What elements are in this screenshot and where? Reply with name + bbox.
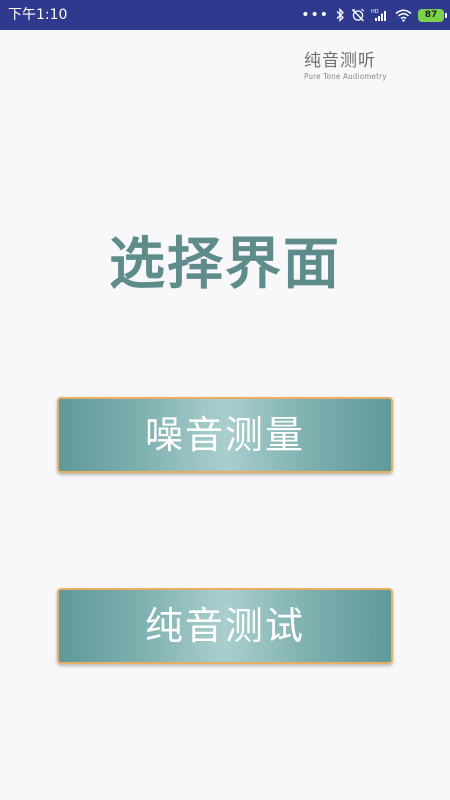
- more-dots-icon: •••: [301, 7, 329, 23]
- status-icons: ••• HD 87: [301, 5, 447, 25]
- app-logo: 纯音测听 Pure Tone Audiometry: [304, 50, 387, 82]
- signal-icon: HD: [371, 8, 389, 22]
- status-time: 下午1:10: [8, 7, 68, 23]
- noise-measure-button[interactable]: 噪音测量: [57, 397, 393, 473]
- svg-text:HD: HD: [371, 9, 379, 15]
- logo-subtitle: Pure Tone Audiometry: [304, 72, 387, 81]
- bluetooth-icon: [335, 8, 345, 22]
- pure-tone-test-button[interactable]: 纯音测试: [57, 588, 393, 664]
- wifi-icon: [395, 9, 412, 22]
- logo-title: 纯音测听: [304, 51, 376, 71]
- status-bar: 下午1:10 ••• HD 87: [0, 0, 450, 30]
- alarm-off-icon: [351, 8, 365, 22]
- battery-icon: 87: [418, 8, 447, 22]
- page-title: 选择界面: [109, 231, 341, 297]
